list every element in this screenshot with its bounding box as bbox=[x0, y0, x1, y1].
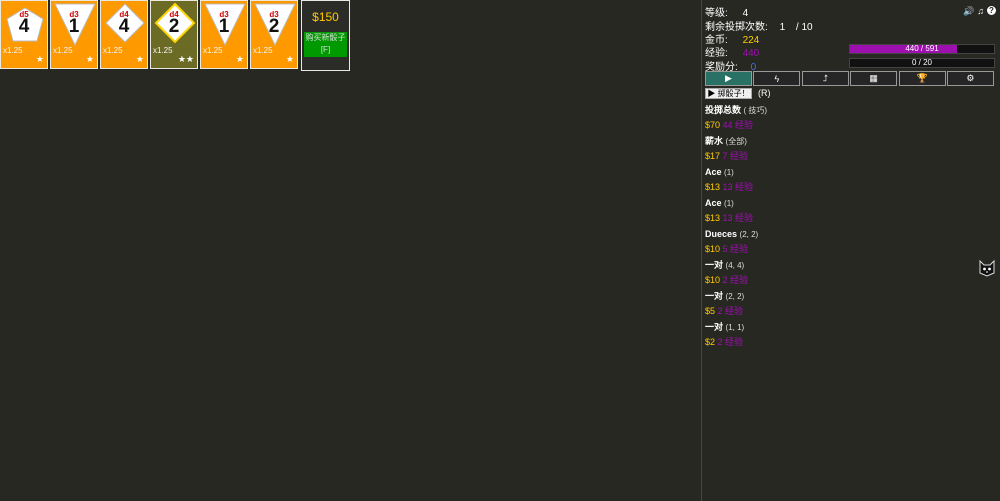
score-entry: 投掷总数 ( 技巧) $70 44 经验 bbox=[705, 104, 965, 135]
score-name: Ace bbox=[705, 167, 722, 177]
die-card[interactable]: d5 4 x1.25 ★ bbox=[0, 0, 48, 69]
dice-tray: d5 4 x1.25 ★ d3 1 x1.25 ★ d4 4 x1.25 ★ d4 2 x1.25 ★★… bbox=[0, 0, 300, 71]
score-detail: (2, 2) bbox=[739, 230, 759, 239]
score-xp: 5 经验 bbox=[722, 244, 749, 254]
die-value: 2 bbox=[268, 16, 280, 37]
roll-dice-button[interactable]: ▶ 掷骰子！ bbox=[705, 88, 752, 99]
stats-chart-icon: ▦ bbox=[869, 73, 878, 83]
score-gold: $5 bbox=[705, 306, 716, 316]
xp-stat: 经验: 440 bbox=[705, 44, 759, 59]
top-icons: 🔊 ♫ ? bbox=[963, 6, 996, 17]
score-detail: (1, 1) bbox=[725, 323, 745, 332]
score-detail: (1) bbox=[724, 168, 734, 177]
die-card[interactable]: d3 1 x1.25 ★ bbox=[200, 0, 248, 69]
score-entry: 一对 (1, 1) $2 2 经验 bbox=[705, 321, 965, 352]
trophy-icon: 🏆 bbox=[916, 73, 928, 83]
bonus-progress-text: 0 / 20 bbox=[911, 58, 932, 67]
tab-achievements[interactable]: 🏆 bbox=[898, 71, 946, 86]
gears-icon: ⚙ bbox=[966, 73, 975, 83]
xp-progress-text: 440 / 591 bbox=[905, 44, 939, 53]
score-gold: $13 bbox=[705, 182, 721, 192]
die-stars: ★ bbox=[235, 54, 244, 64]
tab-stats[interactable]: ▦ bbox=[850, 71, 898, 86]
score-entry: Ace (1) $13 13 经验 bbox=[705, 166, 965, 197]
score-name: Dueces bbox=[705, 229, 738, 239]
score-gold: $70 bbox=[705, 120, 721, 130]
help-icon[interactable]: ? bbox=[987, 6, 996, 15]
score-gold: $13 bbox=[705, 213, 721, 223]
score-entry: 一对 (4, 4) $10 2 经验 bbox=[705, 259, 965, 290]
score-entry: Ace (1) $13 13 经验 bbox=[705, 197, 965, 228]
score-detail: (1) bbox=[724, 199, 734, 208]
die-card[interactable]: d4 4 x1.25 ★ bbox=[100, 0, 148, 69]
roll-hotkey: (R) bbox=[758, 88, 771, 98]
die-stars: ★ bbox=[285, 54, 294, 64]
score-name: 一对 bbox=[705, 260, 724, 270]
score-xp: 13 经验 bbox=[722, 182, 754, 192]
die-multiplier: x1.25 bbox=[103, 46, 123, 55]
die-multiplier: x1.25 bbox=[253, 46, 273, 55]
speaker-icon[interactable]: 🔊 bbox=[963, 6, 974, 17]
play-icon: ▶ bbox=[725, 73, 732, 83]
score-name: Ace bbox=[705, 198, 722, 208]
score-detail: ( 技巧) bbox=[743, 106, 768, 115]
score-entry: 薪水 (全部) $17 7 经验 bbox=[705, 135, 965, 166]
die-value: 4 bbox=[118, 16, 130, 37]
score-xp: 2 经验 bbox=[717, 337, 744, 347]
score-name: 一对 bbox=[705, 291, 724, 301]
score-entry: Dueces (2, 2) $10 5 经验 bbox=[705, 228, 965, 259]
die-card[interactable]: d3 1 x1.25 ★ bbox=[50, 0, 98, 69]
score-xp: 2 经验 bbox=[722, 275, 749, 285]
die-card[interactable]: d3 2 x1.25 ★ bbox=[250, 0, 298, 69]
rolls-value: 1 bbox=[779, 22, 786, 33]
upgrade-arrow-icon: ⮥ bbox=[822, 73, 828, 83]
cat-mascot-icon[interactable] bbox=[977, 259, 997, 277]
die-stars: ★ bbox=[35, 54, 44, 64]
die-multiplier: x1.25 bbox=[3, 46, 23, 55]
score-detail: (全部) bbox=[725, 137, 747, 146]
score-gold: $10 bbox=[705, 275, 721, 285]
die-card[interactable]: d4 2 x1.25 ★★ bbox=[150, 0, 198, 69]
score-name: 投掷总数 bbox=[705, 105, 742, 115]
level-stat: 等级: 4 bbox=[705, 4, 748, 19]
tab-settings[interactable]: ⚙ bbox=[946, 71, 994, 86]
dice-shop: $150 购买新骰子 [F] bbox=[301, 0, 350, 71]
die-multiplier: x1.25 bbox=[203, 46, 223, 55]
score-detail: (2, 2) bbox=[725, 292, 745, 301]
die-multiplier: x1.25 bbox=[153, 46, 173, 55]
score-breakdown: 投掷总数 ( 技巧) $70 44 经验 薪水 (全部) $17 7 经验 Ac… bbox=[705, 104, 965, 352]
lightning-icon: ϟ bbox=[774, 73, 780, 84]
tab-play[interactable]: ▶ bbox=[705, 71, 752, 86]
score-detail: (4, 4) bbox=[725, 261, 745, 270]
score-xp: 13 经验 bbox=[722, 213, 754, 223]
score-xp: 7 经验 bbox=[722, 151, 749, 161]
score-xp: 2 经验 bbox=[717, 306, 744, 316]
die-stars: ★★ bbox=[177, 54, 194, 64]
score-gold: $10 bbox=[705, 244, 721, 254]
xp-progress-bar: 440 / 591 bbox=[849, 44, 995, 54]
die-value: 4 bbox=[18, 16, 30, 37]
score-xp: 44 经验 bbox=[722, 120, 754, 130]
die-multiplier: x1.25 bbox=[53, 46, 73, 55]
tab-upgrades[interactable]: ⮥ bbox=[801, 71, 849, 86]
die-value: 1 bbox=[218, 16, 230, 37]
music-icon[interactable]: ♫ bbox=[977, 6, 984, 17]
score-entry: 一对 (2, 2) $5 2 经验 bbox=[705, 290, 965, 321]
tab-bar: ▶ ϟ ⮥ ▦ 🏆 ⚙ bbox=[705, 71, 997, 87]
die-value: 1 bbox=[68, 16, 80, 37]
bonus-progress-bar: 0 / 20 bbox=[849, 58, 995, 68]
score-gold: $17 bbox=[705, 151, 721, 161]
score-name: 一对 bbox=[705, 322, 724, 332]
score-gold: $2 bbox=[705, 337, 716, 347]
rolls-total: / 10 bbox=[795, 22, 813, 33]
buy-die-button[interactable]: 购买新骰子 [F] bbox=[304, 32, 347, 57]
panel-divider bbox=[701, 0, 702, 501]
die-value: 2 bbox=[168, 16, 180, 37]
die-stars: ★ bbox=[135, 54, 144, 64]
shop-price: $150 bbox=[312, 10, 339, 24]
score-name: 薪水 bbox=[705, 136, 724, 146]
tab-powerups[interactable]: ϟ bbox=[753, 71, 801, 86]
die-stars: ★ bbox=[85, 54, 94, 64]
